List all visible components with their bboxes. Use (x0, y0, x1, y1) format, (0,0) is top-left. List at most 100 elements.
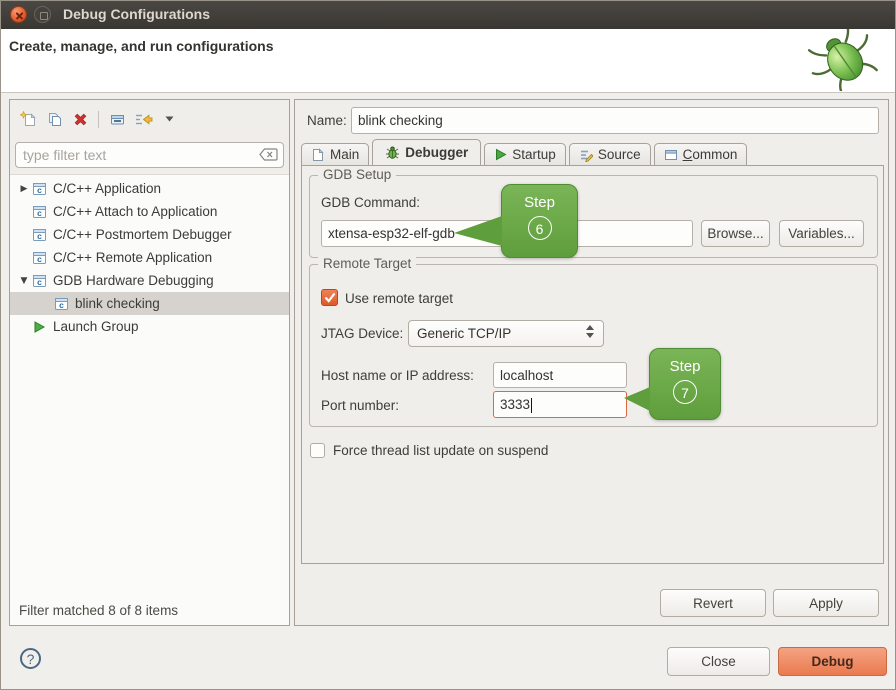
tab-label: Main (330, 147, 359, 162)
svg-text:c: c (37, 277, 42, 287)
tab-source[interactable]: Source (569, 143, 651, 165)
browse-button[interactable]: Browse... (701, 220, 770, 247)
revert-button[interactable]: Revert (660, 589, 766, 617)
remote-target-legend: Remote Target (318, 256, 416, 271)
c-app-icon: c (32, 228, 49, 242)
c-app-icon: c (32, 274, 49, 288)
tab-label: Source (598, 147, 641, 162)
collapse-all-icon[interactable] (105, 107, 129, 131)
tree-item-c-c-postmortem-debugger[interactable]: c C/C++ Postmortem Debugger (10, 223, 289, 246)
tab-startup[interactable]: Startup (484, 143, 566, 165)
help-button[interactable]: ? (20, 648, 41, 669)
svg-text:c: c (37, 231, 42, 241)
tree-expand-arrow-icon[interactable]: ▼ (16, 276, 32, 286)
use-remote-target-label: Use remote target (345, 291, 453, 306)
name-input[interactable] (351, 107, 879, 134)
svg-text:c: c (37, 185, 42, 195)
tree-item-label: C/C++ Application (53, 181, 161, 196)
new-launch-config-icon[interactable] (16, 107, 40, 131)
clear-filter-icon[interactable] (259, 148, 278, 166)
step-7-callout: Step 7 (649, 348, 721, 420)
tab-main[interactable]: Main (301, 143, 369, 165)
config-editor-panel: Name: Main Debugger Startup Source Common GD… (294, 99, 889, 626)
port-number-label: Port number: (321, 398, 399, 413)
svg-text:c: c (59, 300, 64, 310)
startup-play-icon (494, 148, 507, 161)
window-restore-icon[interactable] (34, 6, 51, 23)
name-label: Name: (307, 113, 347, 128)
filter-row (15, 142, 284, 168)
launch-group-icon (32, 320, 49, 334)
configurations-sidebar: ▶ c C/C++ Application c C/C++ Attach to Appl… (9, 99, 290, 626)
c-app-icon: c (32, 182, 49, 196)
debug-button[interactable]: Debug (778, 647, 887, 676)
launch-config-toolbar (16, 104, 183, 134)
jtag-device-label: JTAG Device: (321, 326, 403, 341)
svg-text:c: c (37, 254, 42, 264)
c-app-icon: c (32, 205, 49, 219)
force-thread-checkbox[interactable] (310, 443, 325, 458)
remote-target-group: Remote Target Use remote target JTAG Dev… (309, 264, 878, 427)
gdb-command-label: GDB Command: (321, 195, 420, 210)
filter-launch-configs-icon[interactable] (131, 107, 155, 131)
debug-bug-logo-icon (805, 29, 883, 96)
common-window-icon (664, 148, 678, 162)
tree-item-label: blink checking (75, 296, 160, 311)
tree-item-launch-group[interactable]: Launch Group (10, 315, 289, 338)
tab-label: Debugger (405, 145, 468, 160)
apply-button[interactable]: Apply (773, 589, 879, 617)
tree-item-label: C/C++ Remote Application (53, 250, 212, 265)
jtag-device-value: Generic TCP/IP (417, 326, 511, 341)
filter-status-text: Filter matched 8 of 8 items (19, 603, 178, 618)
config-tabs: Main Debugger Startup Source Common (301, 141, 750, 165)
step-6-callout: Step 6 (501, 184, 578, 258)
toolbar-dropdown-icon[interactable] (157, 107, 181, 131)
step-6-label: Step (502, 194, 577, 211)
text-caret (531, 398, 532, 413)
port-number-input[interactable]: 3333 (493, 391, 627, 418)
variables-button[interactable]: Variables... (779, 220, 864, 247)
tree-item-label: GDB Hardware Debugging (53, 273, 214, 288)
source-icon (579, 148, 593, 162)
window-title: Debug Configurations (63, 1, 210, 28)
duplicate-launch-config-icon[interactable] (42, 107, 66, 131)
tree-item-label: Launch Group (53, 319, 139, 334)
c-app-icon: c (32, 251, 49, 265)
titlebar: Debug Configurations (1, 1, 895, 30)
toolbar-separator (98, 111, 99, 128)
window-close-icon[interactable] (10, 6, 27, 23)
document-icon (311, 148, 325, 162)
config-tree: ▶ c C/C++ Application c C/C++ Attach to Appl… (10, 177, 289, 338)
tree-item-gdb-hardware-debugging[interactable]: ▼ c GDB Hardware Debugging (10, 269, 289, 292)
config-tree-area: ▶ c C/C++ Application c C/C++ Attach to Appl… (10, 174, 289, 625)
tab-label: Startup (512, 147, 556, 162)
debugger-tab-content: GDB Setup GDB Command: Browse... Variabl… (301, 165, 884, 564)
tree-item-label: C/C++ Postmortem Debugger (53, 227, 232, 242)
combo-spinner-icon (586, 325, 594, 338)
delete-launch-config-icon[interactable] (68, 107, 92, 131)
tree-item-c-c-remote-application[interactable]: c C/C++ Remote Application (10, 246, 289, 269)
debug-configurations-window: Debug Configurations Create, manage, and… (0, 0, 896, 690)
c-app-icon: c (54, 297, 71, 311)
host-label: Host name or IP address: (321, 368, 474, 383)
use-remote-target-checkbox[interactable] (321, 289, 338, 306)
dialog-header: Create, manage, and run configurations (1, 29, 895, 93)
tree-item-label: C/C++ Attach to Application (53, 204, 217, 219)
tab-common[interactable]: Common (654, 143, 748, 165)
svg-text:c: c (37, 208, 42, 218)
tree-item-c-c-attach-to-application[interactable]: c C/C++ Attach to Application (10, 200, 289, 223)
force-thread-label: Force thread list update on suspend (333, 443, 548, 458)
step-7-label: Step (650, 358, 720, 375)
gdb-setup-legend: GDB Setup (318, 167, 396, 182)
host-input[interactable] (493, 362, 627, 388)
step-7-number: 7 (673, 380, 697, 404)
callout-arrow-icon (454, 216, 502, 246)
tab-debugger[interactable]: Debugger (372, 139, 481, 165)
close-button[interactable]: Close (667, 647, 770, 676)
tree-item-blink-checking[interactable]: c blink checking (10, 292, 289, 315)
tree-expand-arrow-icon[interactable]: ▶ (16, 184, 32, 194)
tree-item-c-c-application[interactable]: ▶ c C/C++ Application (10, 177, 289, 200)
filter-input[interactable] (15, 142, 284, 168)
debugger-bug-icon (385, 146, 400, 160)
jtag-device-select[interactable]: Generic TCP/IP (408, 320, 604, 347)
